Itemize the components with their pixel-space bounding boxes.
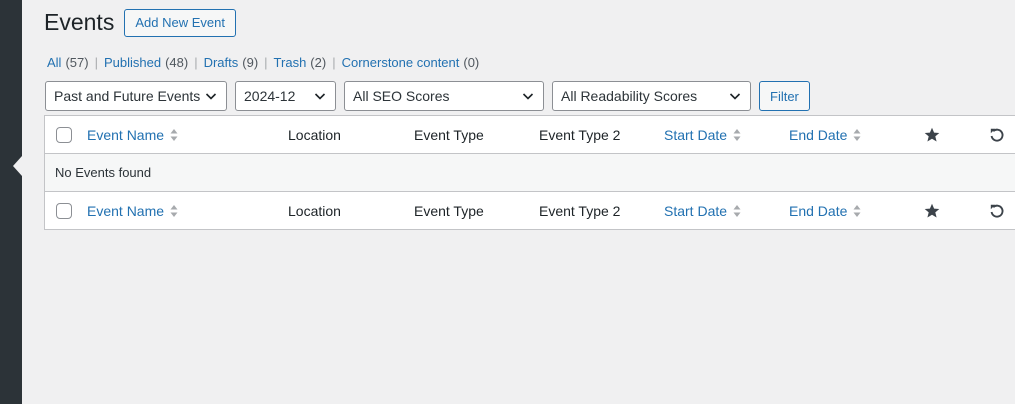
table-header-row: Event Name Location Event Type Event Typ… <box>45 116 1015 154</box>
seo-score-value: All SEO Scores <box>353 88 450 104</box>
sort-arrows-icon <box>170 128 178 141</box>
view-trash-link[interactable]: Trash <box>274 55 307 70</box>
column-location: Location <box>288 202 341 219</box>
star-icon <box>924 203 940 217</box>
view-drafts-label: Drafts <box>203 55 239 70</box>
column-event-type-2: Event Type 2 <box>539 202 621 219</box>
view-separator: | <box>194 55 198 70</box>
view-drafts-link[interactable]: Drafts <box>204 55 239 70</box>
view-published-label: Published <box>103 55 162 70</box>
sort-arrows-icon <box>170 204 178 217</box>
chevron-down-icon <box>522 93 534 100</box>
select-all-checkbox[interactable] <box>56 126 72 143</box>
column-start-date-label: Start Date <box>664 202 728 219</box>
readability-score-value: All Readability Scores <box>561 88 698 104</box>
column-featured[interactable] <box>924 192 940 229</box>
view-trash-label: Trash <box>273 55 307 70</box>
select-all-cell <box>56 116 72 153</box>
chevron-down-icon <box>205 93 217 100</box>
view-separator: | <box>94 55 98 70</box>
column-start-date-label: Start Date <box>664 126 728 143</box>
column-end-date[interactable]: End Date <box>789 116 861 153</box>
column-end-date-label: End Date <box>789 126 848 143</box>
column-event-name-label: Event Name <box>87 126 165 143</box>
view-separator: | <box>332 55 336 70</box>
sort-arrows-icon <box>853 128 861 141</box>
events-table: Event Name Location Event Type Event Typ… <box>44 115 1015 230</box>
sort-arrows-icon <box>733 204 741 217</box>
select-all-cell <box>56 192 72 229</box>
view-published-link[interactable]: Published <box>104 55 161 70</box>
empty-row: No Events found <box>45 154 1015 191</box>
view-all-label: All <box>47 55 62 70</box>
select-all-checkbox[interactable] <box>56 202 72 219</box>
column-event-type: Event Type <box>414 202 484 219</box>
month-value: 2024-12 <box>244 88 296 104</box>
view-trash-count: (2) <box>310 55 327 70</box>
undo-icon <box>990 128 1004 142</box>
view-cornerstone-label: Cornerstone content <box>341 55 460 70</box>
column-end-date-label: End Date <box>789 202 848 219</box>
column-refresh[interactable] <box>989 116 1005 153</box>
view-published-count: (48) <box>165 55 189 70</box>
column-event-name-label: Event Name <box>87 202 165 219</box>
view-all-count: (57) <box>65 55 89 70</box>
view-filters: All (57) | Published (48) | Drafts (9) |… <box>47 55 479 70</box>
view-drafts-count: (9) <box>242 55 259 70</box>
table-footer-row: Event Name Location Event Type Event Typ… <box>45 191 1015 229</box>
view-separator: | <box>264 55 268 70</box>
column-location: Location <box>288 126 341 143</box>
empty-message: No Events found <box>55 165 152 180</box>
add-new-event-button[interactable]: Add New Event <box>124 8 236 37</box>
column-start-date[interactable]: Start Date <box>664 116 741 153</box>
view-all-link[interactable]: All <box>47 55 61 70</box>
filter-button[interactable]: Filter <box>759 81 810 111</box>
readability-score-select[interactable]: All Readability Scores <box>552 81 751 111</box>
column-end-date[interactable]: End Date <box>789 192 861 229</box>
view-cornerstone-link[interactable]: Cornerstone content <box>342 55 460 70</box>
column-event-name[interactable]: Event Name <box>87 192 178 229</box>
column-event-type: Event Type <box>414 126 484 143</box>
column-start-date[interactable]: Start Date <box>664 192 741 229</box>
column-refresh[interactable] <box>989 192 1005 229</box>
event-scope-value: Past and Future Events <box>54 88 201 104</box>
chevron-down-icon <box>729 93 741 100</box>
column-event-type-2: Event Type 2 <box>539 126 621 143</box>
event-scope-select[interactable]: Past and Future Events <box>45 81 227 111</box>
star-icon <box>924 127 940 141</box>
seo-score-select[interactable]: All SEO Scores <box>344 81 544 111</box>
column-event-name[interactable]: Event Name <box>87 116 178 153</box>
admin-sidebar <box>0 0 22 404</box>
filter-bar: Past and Future Events 2024-12 All SEO S… <box>45 81 810 111</box>
sidebar-current-indicator <box>13 156 22 176</box>
page-title: Events <box>44 9 115 35</box>
undo-icon <box>990 204 1004 218</box>
view-cornerstone-count: (0) <box>463 55 480 70</box>
chevron-down-icon <box>314 93 326 100</box>
column-featured[interactable] <box>924 116 940 153</box>
sort-arrows-icon <box>853 204 861 217</box>
title-row: Events Add New Event <box>44 8 236 37</box>
month-select[interactable]: 2024-12 <box>235 81 336 111</box>
sort-arrows-icon <box>733 128 741 141</box>
